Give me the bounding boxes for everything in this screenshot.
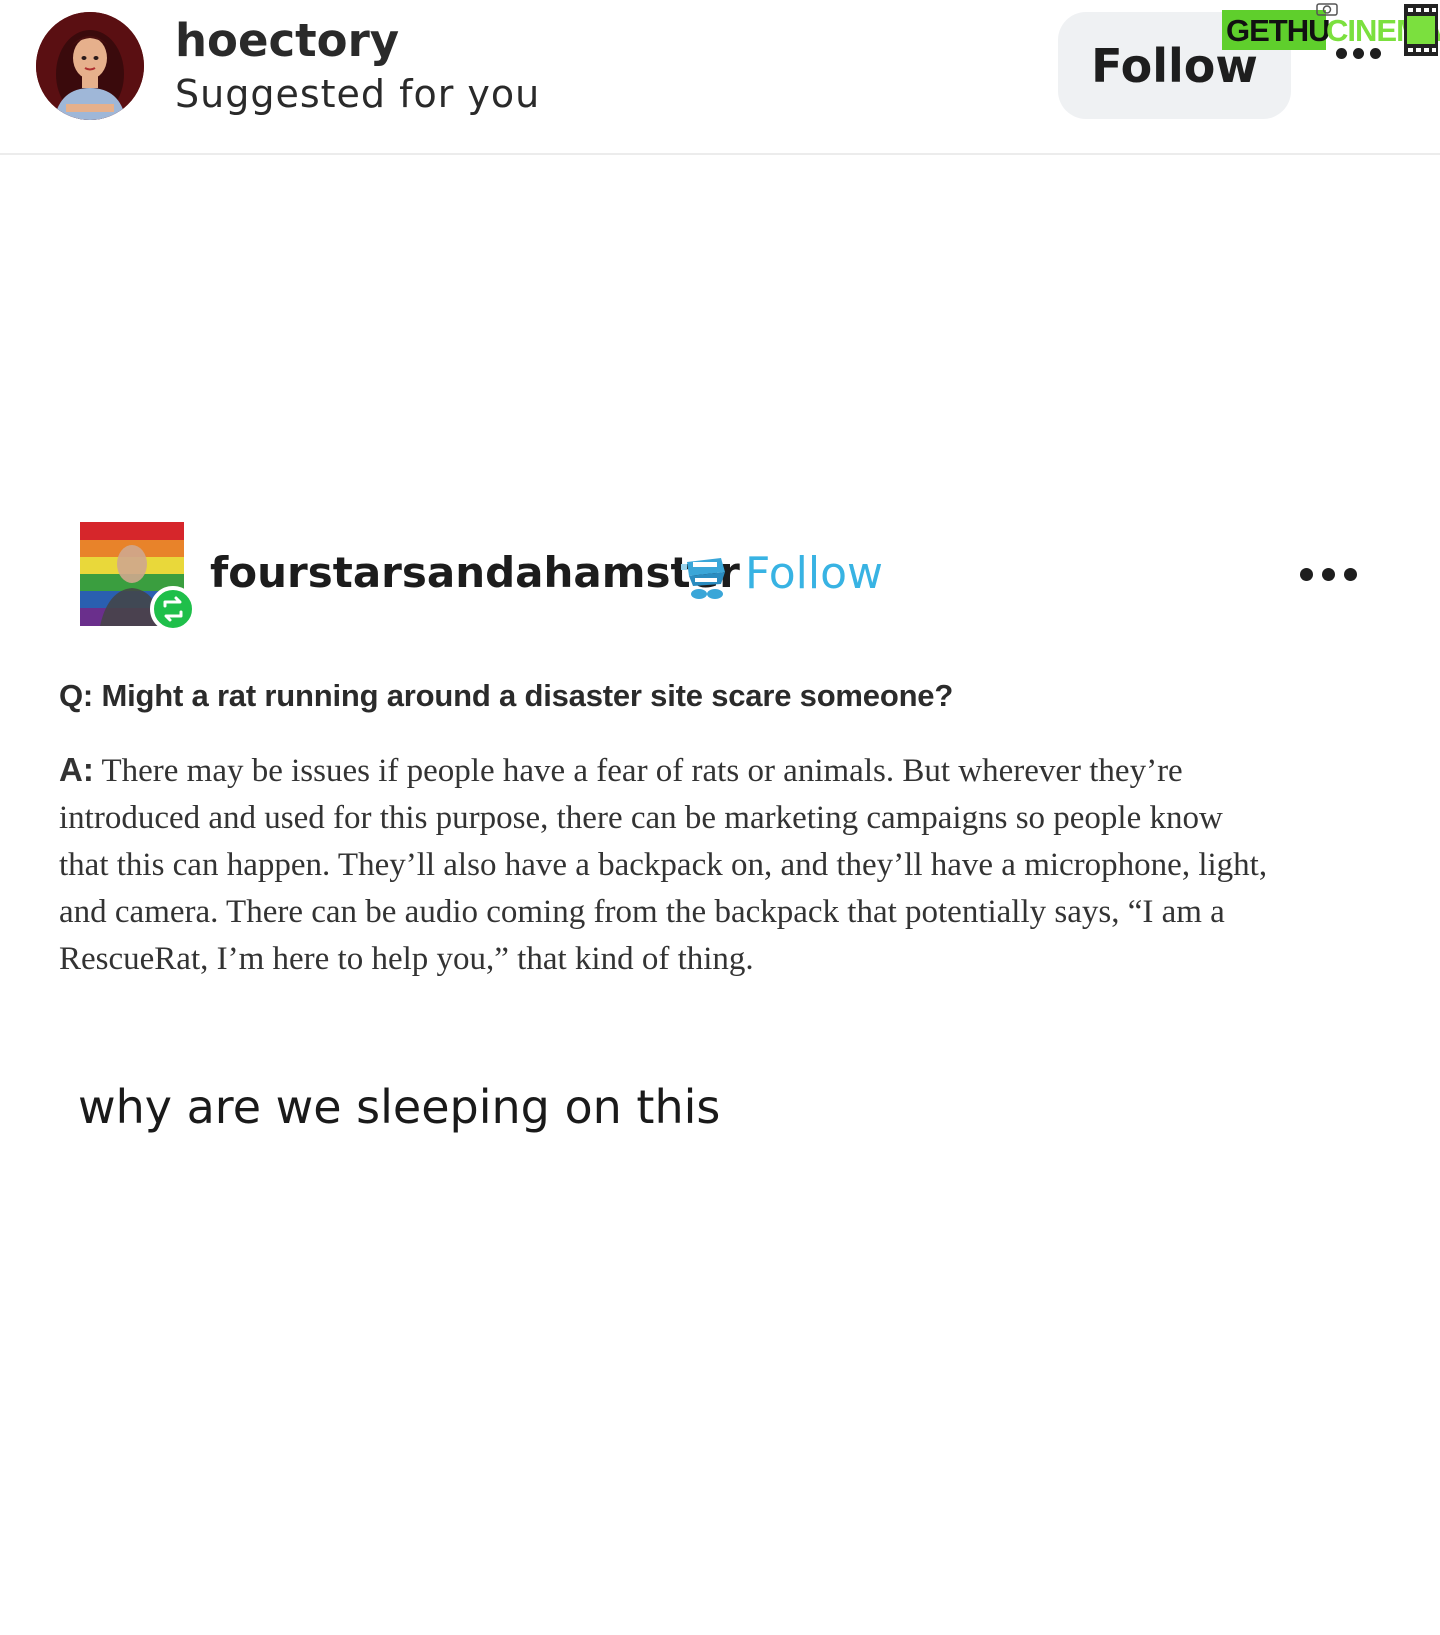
post-author-username[interactable]: fourstarsandahamster	[210, 548, 740, 597]
username[interactable]: hoectory	[175, 14, 399, 67]
post-more-options-icon[interactable]	[1300, 566, 1370, 586]
watermark-text-1: GETHU	[1226, 13, 1330, 48]
user-avatar[interactable]	[36, 12, 144, 120]
watermark-logo: GETHU CINEMA	[1222, 3, 1440, 56]
suggested-label: Suggested for you	[175, 72, 541, 116]
answer-line-3: that this can happen. They’ll also have …	[59, 847, 1268, 883]
reblog-icon	[150, 586, 196, 632]
camera-icon	[1316, 3, 1338, 16]
post-author-avatar[interactable]	[80, 522, 196, 632]
answer-line-2: introduced and used for this purpose, th…	[59, 800, 1223, 836]
question-text: Q: Might a rat running around a disaster…	[59, 678, 954, 713]
answer-line-1: There may be issues if people have a fea…	[93, 753, 1183, 789]
answer-label: A:	[59, 751, 94, 788]
film-strip-icon	[1404, 4, 1438, 56]
post-follow-link[interactable]: Follow	[745, 548, 883, 599]
answer-line-5: RescueRat, I’m here to help you,” that k…	[59, 941, 754, 977]
answer-text: A: There may be issues if people have a …	[59, 746, 1389, 983]
cartoon-princess-avatar-icon	[36, 12, 144, 120]
chattering-teeth-badge-icon	[681, 552, 731, 602]
caption-comment: why are we sleeping on this	[78, 1080, 721, 1134]
answer-line-4: and camera. There can be audio coming fr…	[59, 894, 1225, 930]
